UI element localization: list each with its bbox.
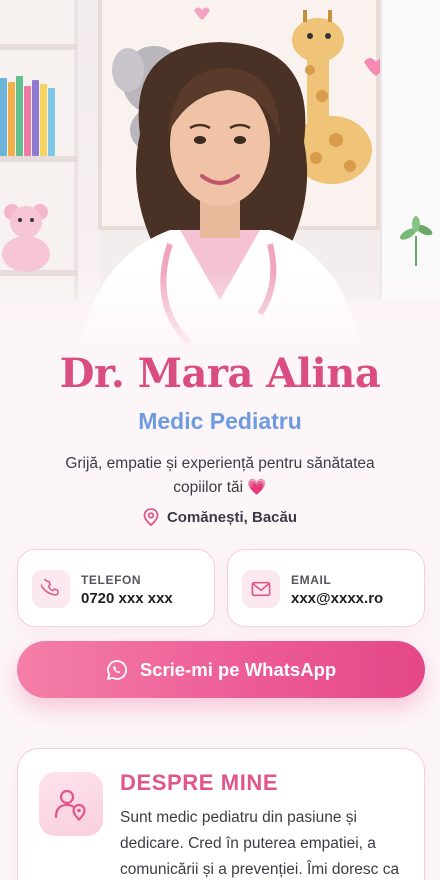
mail-icon [242,570,280,608]
teddy-bear [2,204,50,272]
map-pin-icon [143,508,159,526]
phone-label: TELEFON [81,573,142,587]
hero-photo [0,0,440,360]
user-location-icon [39,772,103,836]
about-text: Sunt medic pediatru din pasiune și dedic… [120,809,400,878]
doctor-name: Dr. Mara Alina [59,350,381,397]
location-text: Comănești, Bacău [166,508,298,526]
phone-icon [32,570,70,608]
whatsapp-button[interactable]: Scrie-mi pe WhatsApp [17,641,425,698]
tagline-text: Grijă, empatie și experiență pentru sănă… [65,455,375,496]
email-value[interactable]: xxx@xxxx.ro [291,590,383,607]
heart-icon: 💗 [247,479,267,496]
tagline: Grijă, empatie și experiență pentru sănă… [60,452,380,500]
phone-value[interactable]: 0720 xxx xxx [81,590,173,607]
email-label: EMAIL [291,573,332,587]
location: Comănești, Bacău [0,508,440,526]
phone-card[interactable]: TELEFON 0720 xxx xxx [17,549,215,627]
whatsapp-icon [106,659,127,680]
about-card: DESPRE MINE Sunt medic pediatru din pasi… [17,748,425,880]
email-card[interactable]: EMAIL xxx@xxxx.ro [227,549,425,627]
doctor-role: Medic Pediatru [138,408,302,434]
hero-fade [0,270,440,360]
plant [399,216,433,266]
about-title: DESPRE MINE [120,770,279,795]
whatsapp-label: Scrie-mi pe WhatsApp [139,658,337,680]
